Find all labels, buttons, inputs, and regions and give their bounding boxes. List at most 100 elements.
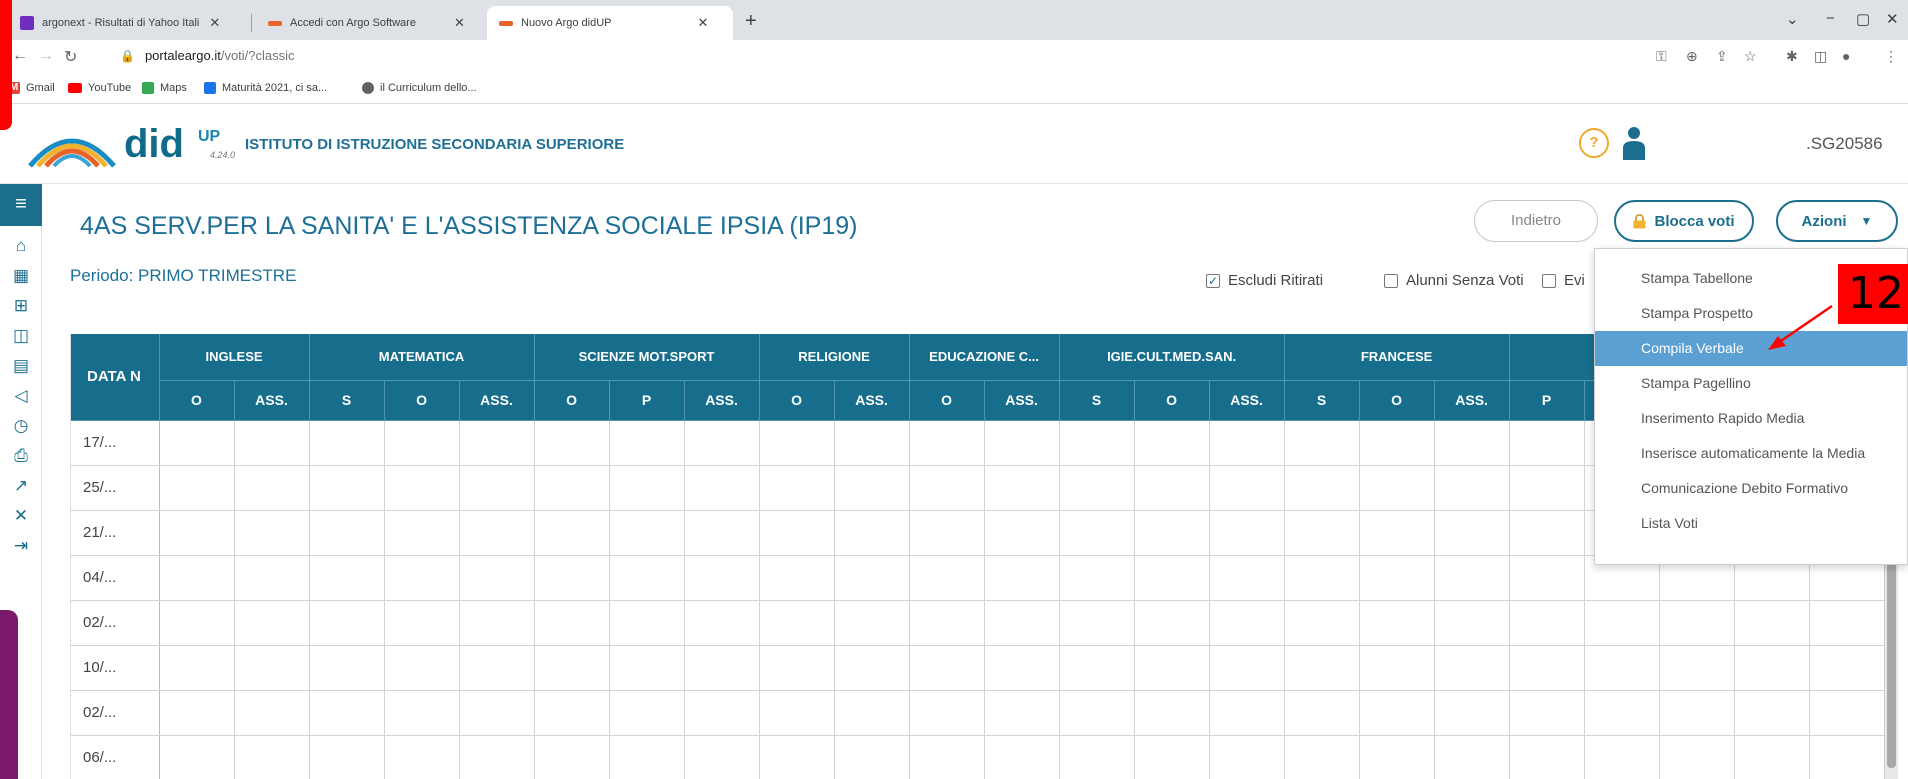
grade-cell[interactable] xyxy=(234,645,310,691)
grade-cell[interactable] xyxy=(984,510,1060,556)
grade-cell[interactable] xyxy=(1059,555,1135,601)
grade-cell[interactable] xyxy=(1059,420,1135,466)
grade-cell[interactable] xyxy=(609,555,685,601)
grade-cell[interactable] xyxy=(834,465,910,511)
grade-cell[interactable] xyxy=(1284,555,1360,601)
checkbox-icon[interactable] xyxy=(1384,273,1398,288)
grade-cell[interactable] xyxy=(234,465,310,511)
user-code[interactable]: .SG20586 xyxy=(1806,134,1883,154)
grade-cell[interactable] xyxy=(1134,645,1210,691)
grade-cell[interactable] xyxy=(1734,645,1810,691)
grade-cell[interactable] xyxy=(1509,465,1585,511)
back-button[interactable]: Indietro xyxy=(1474,200,1598,242)
grade-cell[interactable] xyxy=(1809,735,1885,779)
subject-header[interactable]: RELIGIONE xyxy=(759,334,910,381)
grade-cell[interactable] xyxy=(1359,690,1435,736)
grade-cell[interactable] xyxy=(1059,465,1135,511)
grade-cell[interactable] xyxy=(309,690,385,736)
grade-cell[interactable] xyxy=(984,600,1060,646)
grade-cell[interactable] xyxy=(909,645,985,691)
close-window-icon[interactable]: ✕ xyxy=(1886,10,1899,28)
zoom-icon[interactable]: ⊕ xyxy=(1686,48,1698,65)
grade-cell[interactable] xyxy=(1659,690,1735,736)
grade-cell[interactable] xyxy=(234,735,310,779)
user-avatar-icon[interactable] xyxy=(1622,126,1646,160)
grade-cell[interactable] xyxy=(1059,690,1135,736)
grade-cell[interactable] xyxy=(1434,690,1510,736)
grade-cell[interactable] xyxy=(1584,645,1660,691)
grade-cell[interactable] xyxy=(1434,645,1510,691)
grade-cell[interactable] xyxy=(684,690,760,736)
grade-cell[interactable] xyxy=(1209,600,1285,646)
grade-cell[interactable] xyxy=(609,735,685,779)
grade-cell[interactable] xyxy=(759,600,835,646)
grade-cell[interactable] xyxy=(384,645,460,691)
grade-cell[interactable] xyxy=(984,465,1060,511)
menu-item[interactable]: Comunicazione Debito Formativo xyxy=(1595,471,1907,506)
grade-cell[interactable] xyxy=(459,600,535,646)
grade-cell[interactable] xyxy=(234,510,310,556)
grade-cell[interactable] xyxy=(459,510,535,556)
extensions-icon[interactable]: ✱ xyxy=(1786,48,1798,65)
grade-cell[interactable] xyxy=(984,555,1060,601)
logout-icon[interactable]: ⇥ xyxy=(0,536,42,556)
grade-cell[interactable] xyxy=(1209,555,1285,601)
grade-cell[interactable] xyxy=(759,555,835,601)
grade-cell[interactable] xyxy=(1059,600,1135,646)
grade-cell[interactable] xyxy=(309,735,385,779)
key-icon[interactable]: ⚿ xyxy=(1656,48,1667,65)
bookmark-youtube[interactable]: YouTube xyxy=(68,82,131,94)
grade-cell[interactable] xyxy=(309,510,385,556)
grade-cell[interactable] xyxy=(159,645,235,691)
grade-cell[interactable] xyxy=(984,420,1060,466)
grade-cell[interactable] xyxy=(1284,735,1360,779)
grade-cell[interactable] xyxy=(1134,465,1210,511)
profile-icon[interactable]: ● xyxy=(1842,48,1850,64)
hamburger-menu-icon[interactable]: ≡ xyxy=(0,184,42,226)
grade-cell[interactable] xyxy=(684,735,760,779)
grade-cell[interactable] xyxy=(684,420,760,466)
browser-tab-accedi[interactable]: Accedi con Argo Software ✕ xyxy=(256,6,486,40)
grade-cell[interactable] xyxy=(534,690,610,736)
megaphone-icon[interactable]: ◁ xyxy=(0,386,42,406)
grade-cell[interactable] xyxy=(384,510,460,556)
grade-cell[interactable] xyxy=(309,465,385,511)
grade-cell[interactable] xyxy=(1284,600,1360,646)
grade-cell[interactable] xyxy=(159,555,235,601)
grade-cell[interactable] xyxy=(534,645,610,691)
grade-cell[interactable] xyxy=(459,645,535,691)
menu-item[interactable]: Inserisce automaticamente la Media xyxy=(1595,436,1907,471)
grade-cell[interactable] xyxy=(909,690,985,736)
grade-cell[interactable] xyxy=(759,690,835,736)
grade-cell[interactable] xyxy=(1584,735,1660,779)
share-icon[interactable]: ⇪ xyxy=(1716,48,1728,65)
bookmark-maps[interactable]: Maps xyxy=(142,82,187,94)
grade-cell[interactable] xyxy=(1434,420,1510,466)
grade-cell[interactable] xyxy=(684,465,760,511)
grade-cell[interactable] xyxy=(1134,690,1210,736)
grade-cell[interactable] xyxy=(834,420,910,466)
tab-search-icon[interactable]: ⌄ xyxy=(1786,10,1799,28)
grade-cell[interactable] xyxy=(1209,510,1285,556)
grade-cell[interactable] xyxy=(759,510,835,556)
grade-cell[interactable] xyxy=(684,555,760,601)
grade-cell[interactable] xyxy=(1434,555,1510,601)
grade-cell[interactable] xyxy=(909,510,985,556)
grade-cell[interactable] xyxy=(1434,465,1510,511)
grade-cell[interactable] xyxy=(534,510,610,556)
grade-cell[interactable] xyxy=(684,600,760,646)
actions-button[interactable]: Azioni ▼ xyxy=(1776,200,1898,242)
subject-header[interactable]: FRANCESE xyxy=(1284,334,1510,381)
grade-cell[interactable] xyxy=(1359,555,1435,601)
grade-cell[interactable] xyxy=(309,600,385,646)
grade-cell[interactable] xyxy=(309,555,385,601)
grade-cell[interactable] xyxy=(459,690,535,736)
grade-cell[interactable] xyxy=(759,735,835,779)
grade-cell[interactable] xyxy=(159,735,235,779)
grade-cell[interactable] xyxy=(1734,690,1810,736)
home-icon[interactable]: ⌂ xyxy=(0,236,42,256)
grade-cell[interactable] xyxy=(384,465,460,511)
grade-cell[interactable] xyxy=(459,735,535,779)
grade-cell[interactable] xyxy=(234,690,310,736)
sidepanel-icon[interactable]: ◫ xyxy=(1814,48,1827,65)
